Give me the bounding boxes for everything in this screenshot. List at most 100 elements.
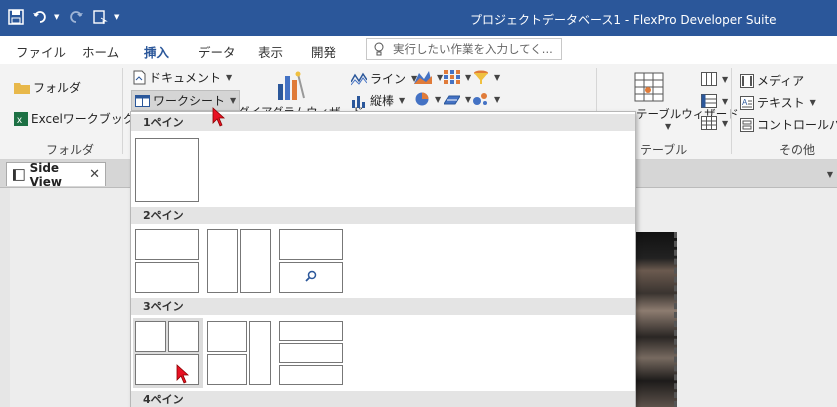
area-chart-dropdown-icon: ▼ (437, 72, 444, 82)
tab-file[interactable]: ファイル (16, 42, 66, 61)
table-format-dropdown-icon: ▼ (722, 118, 729, 128)
touch-mode-icon[interactable] (90, 6, 110, 28)
document-icon (133, 70, 146, 85)
pane-shape (135, 321, 166, 352)
group-label-folder: フォルダ (46, 143, 95, 157)
close-icon[interactable]: ✕ (89, 167, 100, 182)
section-header-1-pane: 1ペイン (131, 114, 635, 131)
control-panel-icon (740, 117, 754, 132)
pie-chart-button[interactable]: ▼ (414, 92, 441, 106)
diagram-wizard-button[interactable] (276, 70, 306, 102)
image-object[interactable] (635, 232, 677, 407)
pane-shape (279, 365, 343, 385)
tab-view[interactable]: 表示 (258, 42, 283, 61)
redo-icon[interactable] (66, 6, 86, 28)
layout-2pane-horizontal[interactable] (135, 229, 199, 293)
line-chart-button[interactable]: ライン ▼ (351, 70, 417, 87)
line-chart-icon (351, 72, 367, 85)
worksheet-layout-gallery: 1ペイン 2ペイン 3ペイン 4ペイン (130, 111, 636, 407)
section-header-2-pane: 2ペイン (131, 207, 635, 224)
funnel-chart-button[interactable]: ▼ (473, 70, 500, 84)
group-label-table: テーブル (640, 143, 688, 157)
group-separator (731, 68, 732, 154)
pointer-cursor-icon (176, 364, 190, 384)
pane-shape (135, 138, 199, 202)
table-format-button-3[interactable]: ▼ (701, 116, 728, 130)
vertical-bar-dropdown-icon: ▼ (399, 96, 406, 105)
vertical-bar-button[interactable]: 縦棒 ▼ (351, 92, 405, 109)
pane-shape (207, 354, 247, 385)
area-chart-icon (414, 71, 432, 84)
document-label: ドキュメント (149, 71, 222, 85)
tab-insert[interactable]: 挿入 (141, 42, 172, 67)
document-button[interactable]: ドキュメント ▼ (133, 69, 232, 86)
matrix-chart-button[interactable]: ▼ (444, 70, 471, 84)
control-panel-label: コントロールパネ (757, 118, 837, 132)
undo-icon[interactable] (30, 6, 50, 28)
tab-home[interactable]: ホーム (82, 42, 119, 61)
pane-shape (240, 229, 271, 293)
pane-shape (279, 229, 343, 260)
media-label: メディア (757, 74, 805, 88)
media-icon (740, 73, 754, 88)
layout-3pane-stacked[interactable] (279, 321, 343, 385)
pane-shape (207, 321, 247, 352)
table-format-dropdown-icon: ▼ (722, 74, 729, 84)
text-box-icon: A (740, 95, 754, 110)
bubble-chart-button[interactable]: ▼ (473, 92, 500, 106)
title-bar: ▼ ▼ プロジェクトデータベース1 - FlexPro Developer Su… (0, 0, 837, 36)
section-header-3-pane: 3ペイン (131, 298, 635, 315)
excel-icon: x (14, 111, 28, 126)
pie-chart-icon (415, 92, 429, 106)
tab-list-dropdown-icon[interactable]: ▼ (827, 170, 833, 179)
worksheet-icon (135, 94, 150, 107)
layout-2pane-zoom[interactable] (279, 229, 343, 293)
pane-shape (207, 229, 238, 293)
table-cells-icon (701, 116, 717, 130)
table-format-button-2[interactable]: ▼ (701, 94, 728, 108)
worksheet-view-icon (13, 168, 25, 181)
media-button[interactable]: メディア (740, 72, 804, 89)
pane-shape (135, 262, 199, 293)
text-label: テキスト (757, 96, 805, 110)
diagram-wizard-icon (278, 71, 305, 100)
excel-workbook-button[interactable]: x Excelワークブック (14, 110, 135, 127)
text-dropdown-icon: ▼ (809, 98, 816, 107)
svg-text:A: A (742, 98, 748, 107)
tab-develop[interactable]: 開発 (311, 42, 336, 61)
worksheet-dropdown-icon: ▼ (230, 96, 237, 105)
pie-chart-dropdown-icon: ▼ (435, 94, 442, 104)
matrix-chart-icon (444, 70, 460, 84)
group-label-other: その他 (779, 143, 816, 157)
surface-chart-icon (444, 95, 460, 105)
area-chart-button[interactable]: ▼ (414, 70, 443, 84)
document-dropdown-icon: ▼ (226, 73, 233, 82)
pane-shape (249, 321, 271, 385)
surface-chart-button[interactable]: ▼ (444, 92, 471, 106)
matrix-chart-dropdown-icon: ▼ (465, 72, 472, 82)
folder-icon (14, 83, 30, 94)
pane-shape (279, 343, 343, 363)
quick-access-toolbar: ▼ ▼ (6, 6, 122, 28)
tell-me-search[interactable]: 実行したい作業を入力してく... (366, 38, 562, 60)
funnel-chart-dropdown-icon: ▼ (494, 72, 501, 82)
doc-tab-label: Side View (29, 160, 62, 189)
undo-dropdown-icon[interactable]: ▼ (54, 13, 62, 21)
text-button[interactable]: A テキスト ▼ (740, 94, 816, 111)
bar-chart-icon (352, 95, 365, 108)
save-icon[interactable] (6, 6, 26, 28)
table-format-button-1[interactable]: ▼ (701, 72, 728, 86)
control-panel-button[interactable]: コントロールパネ (740, 116, 837, 133)
tab-data[interactable]: データ (198, 42, 236, 61)
layout-3pane-left-split[interactable] (207, 321, 271, 385)
table-wizard-icon (634, 72, 664, 102)
layout-2pane-vertical[interactable] (207, 229, 271, 293)
doc-tab-side-view[interactable]: Side View ✕ (6, 160, 106, 189)
tell-me-placeholder: 実行したい作業を入力してく... (393, 42, 553, 56)
pointer-cursor-icon (212, 107, 226, 127)
customize-qat-icon[interactable]: ▼ (114, 13, 122, 21)
folder-button[interactable]: フォルダ (14, 79, 81, 96)
table-wizard-button[interactable] (634, 72, 664, 102)
excel-workbook-label: Excelワークブック (31, 112, 135, 126)
layout-1pane-single[interactable] (135, 138, 201, 202)
